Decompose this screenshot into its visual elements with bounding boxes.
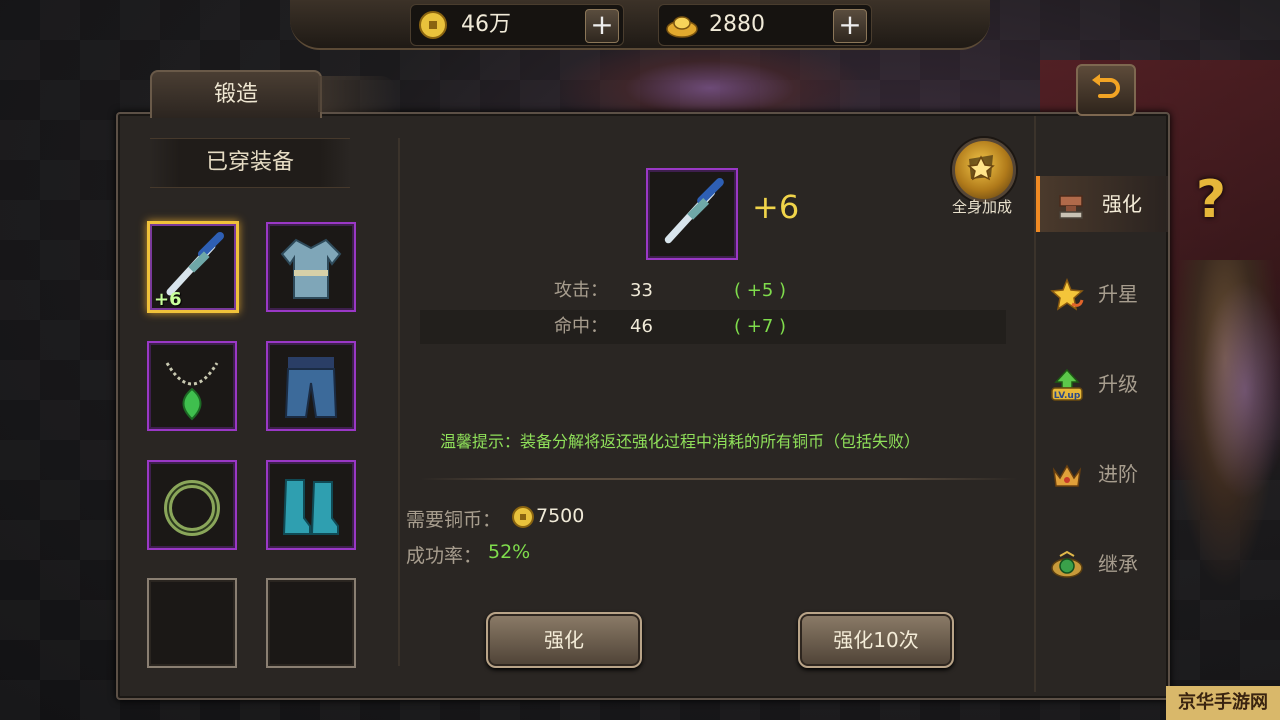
- enhance-button[interactable]: 强化: [486, 612, 642, 668]
- tab-inherit[interactable]: 继承: [1036, 536, 1164, 592]
- boots-icon: [282, 479, 339, 535]
- return-arrow-icon: [1092, 74, 1120, 98]
- tab-level-up[interactable]: LV.up 升级: [1036, 356, 1164, 412]
- forge-tab[interactable]: 锻造: [150, 70, 322, 118]
- anvil-icon: [1059, 195, 1083, 219]
- crown-icon: [1052, 464, 1082, 487]
- copper-coin-icon: [419, 11, 447, 39]
- back-button[interactable]: [1076, 64, 1136, 116]
- svg-text:LV.up: LV.up: [1054, 391, 1081, 401]
- copper-currency: 46万 +: [410, 4, 624, 46]
- worn-equipment-header: 已穿装备: [150, 138, 350, 188]
- lv-up-icon: LV.up: [1051, 368, 1083, 401]
- item-enhance-level: +6: [752, 188, 800, 226]
- tab-label: 升星: [1098, 282, 1138, 306]
- tab-label: 进阶: [1098, 462, 1138, 486]
- copper-amount: 46万: [461, 12, 511, 37]
- tab-star-up[interactable]: 升星: [1036, 266, 1164, 322]
- success-rate-value: 52%: [488, 541, 531, 563]
- cost-label: 需要铜币：: [406, 509, 502, 531]
- necklace-icon: [165, 362, 219, 421]
- add-copper-button[interactable]: +: [585, 9, 619, 43]
- stat-label: 命中：: [554, 316, 608, 337]
- whole-body-bonus-button[interactable]: [952, 138, 1016, 202]
- robe-icon: [280, 238, 342, 299]
- equip-slot-necklace[interactable]: [147, 341, 237, 431]
- ring-icon: [164, 480, 220, 536]
- stat-row-attack: 攻击： 33 ( +5 ): [420, 274, 1006, 308]
- tab-ornament: [318, 76, 398, 112]
- tab-label: 升级: [1098, 372, 1138, 396]
- tab-label: 继承: [1098, 552, 1138, 576]
- column-divider: [398, 138, 400, 666]
- tab-label: 强化: [1102, 192, 1142, 216]
- background-character: [560, 40, 860, 120]
- whole-body-bonus-label: 全身加成: [951, 198, 1012, 216]
- star-icon: [1050, 278, 1084, 311]
- stat-label: 攻击：: [554, 280, 608, 301]
- currency-bar: [290, 0, 990, 50]
- ingot-amount: 2880: [709, 12, 765, 37]
- gold-ingot-icon: [666, 16, 698, 38]
- equip-slot-empty[interactable]: [147, 578, 237, 668]
- tab-enhance[interactable]: 强化: [1036, 176, 1168, 232]
- equip-slot-empty[interactable]: [266, 578, 356, 668]
- stat-value: 46: [630, 316, 653, 337]
- copper-coin-icon: [512, 506, 534, 528]
- badge-icon: [967, 155, 995, 181]
- section-divider: [420, 478, 1018, 480]
- equip-slot-armor[interactable]: [266, 222, 356, 312]
- tab-advance[interactable]: 进阶: [1036, 446, 1164, 502]
- selected-item-frame: [646, 168, 738, 260]
- equip-slot-boots[interactable]: [266, 460, 356, 550]
- add-ingot-button[interactable]: +: [833, 9, 867, 43]
- sword-icon: [664, 178, 724, 244]
- watermark: 京华手游网: [1166, 686, 1280, 720]
- emblem-icon: [1051, 550, 1083, 578]
- equip-slot-ring[interactable]: [147, 460, 237, 550]
- pants-icon: [284, 357, 338, 418]
- stat-bonus: ( +5 ): [734, 280, 787, 301]
- equip-slot-pants[interactable]: [266, 341, 356, 431]
- quest-question-icon[interactable]: ?: [1188, 170, 1234, 230]
- stat-bonus: ( +7 ): [734, 316, 787, 337]
- enhance-ten-button[interactable]: 强化10次: [798, 612, 954, 668]
- equip-slot-weapon[interactable]: +6: [147, 221, 239, 313]
- stat-row-hit: 命中： 46 ( +7 ): [420, 310, 1006, 344]
- ingot-currency: 2880 +: [658, 4, 872, 46]
- cost-value: 7500: [536, 505, 585, 527]
- success-rate-label: 成功率：: [406, 545, 483, 567]
- stat-value: 33: [630, 280, 653, 301]
- hint-text: 温馨提示：装备分解将返还强化过程中消耗的所有铜币（包括失败）: [440, 432, 921, 451]
- slot-level: +6: [154, 289, 182, 310]
- background-wings: [1200, 280, 1280, 500]
